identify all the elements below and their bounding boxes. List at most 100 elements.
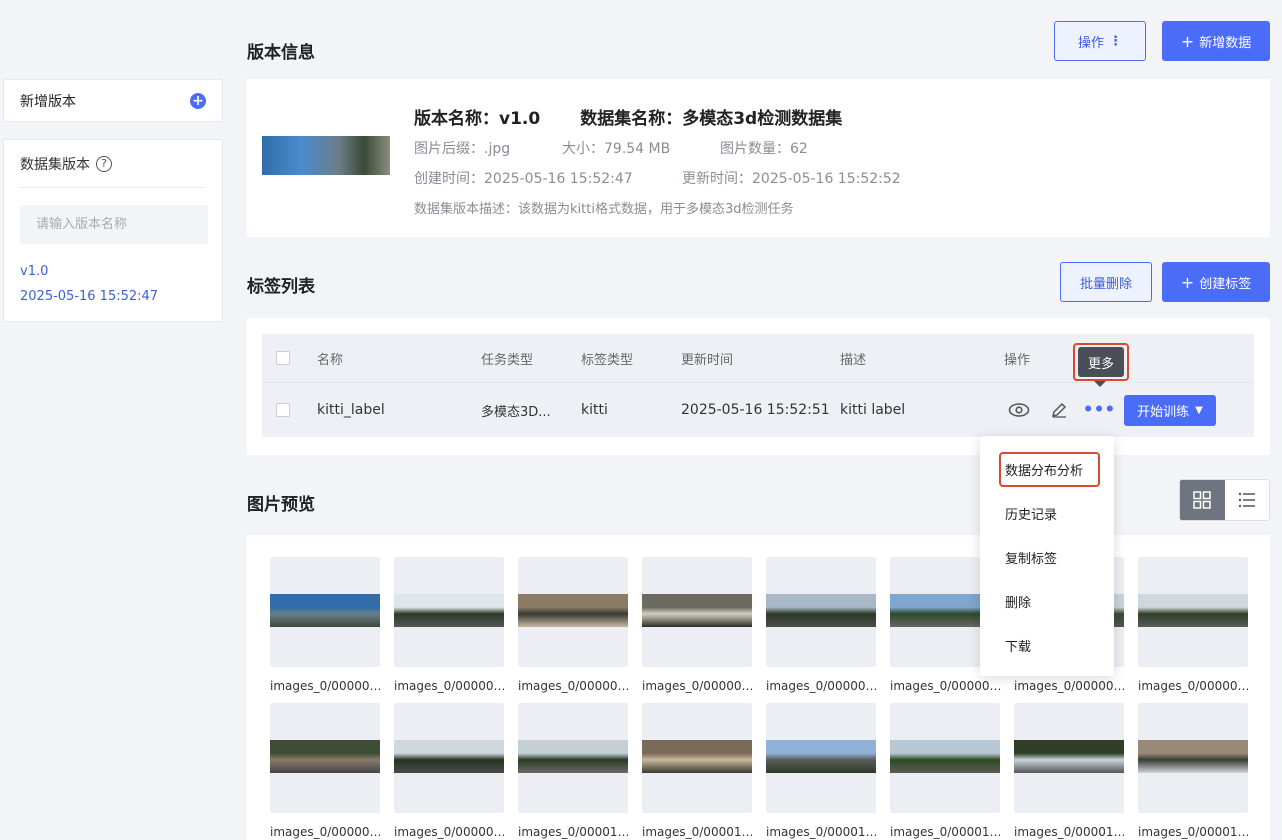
image-thumbnail-item[interactable]: images_0/00000… (1138, 557, 1248, 693)
image-caption: images_0/00000… (890, 679, 1000, 693)
size-label: 大小： (562, 141, 604, 157)
image-thumbnail-box[interactable] (270, 557, 380, 667)
create-label-text: 创建标签 (1199, 276, 1252, 292)
version-date: 2025-05-16 15:52:47 (20, 289, 159, 304)
count-label: 图片数量： (720, 141, 790, 157)
operations-button[interactable]: 操作 ⋮ (1054, 21, 1146, 61)
more-dots-icon[interactable]: ••• (1083, 398, 1116, 422)
image-thumbnail-item[interactable]: images_0/00000… (518, 557, 628, 693)
image-thumbnail-item[interactable]: images_0/00001… (766, 703, 876, 839)
image-thumbnail-item[interactable]: images_0/00000… (766, 557, 876, 693)
version-search-input[interactable] (20, 205, 208, 244)
image-thumbnail-box[interactable] (270, 703, 380, 813)
image-thumbnail-box[interactable] (766, 557, 876, 667)
suffix-label: 图片后缀： (414, 141, 484, 157)
image-caption: images_0/00001… (1014, 825, 1124, 839)
image-thumbnail-item[interactable]: images_0/00001… (1014, 703, 1124, 839)
more-tooltip-highlight: 更多 (1073, 343, 1129, 381)
image-thumbnail-item[interactable]: images_0/00000… (270, 557, 380, 693)
desc-value: 该数据为kitti格式数据，用于多模态3d检测任务 (518, 202, 794, 217)
row-updated: 2025-05-16 15:52:51 (681, 402, 830, 418)
size-value: 79.54 MB (604, 141, 671, 157)
image-thumbnail-item[interactable]: images_0/00000… (270, 703, 380, 839)
desc-label: 数据集版本描述： (414, 202, 519, 217)
image-thumbnail-picture (766, 740, 876, 773)
image-caption: images_0/00001… (642, 825, 752, 839)
image-thumbnail-box[interactable] (1138, 703, 1248, 813)
image-caption: images_0/00000… (270, 825, 380, 839)
image-caption: images_0/00000… (642, 679, 752, 693)
image-thumbnail-item[interactable]: images_0/00000… (394, 557, 504, 693)
image-caption: images_0/00000… (1014, 679, 1124, 693)
grid-view-icon[interactable] (1180, 480, 1225, 520)
menu-item-copy-label[interactable]: 复制标签 (1005, 548, 1057, 567)
batch-delete-button[interactable]: 批量删除 (1060, 262, 1152, 302)
view-toggle (1179, 479, 1270, 521)
select-all-checkbox[interactable] (276, 351, 290, 365)
menu-item-history[interactable]: 历史记录 (1005, 504, 1057, 523)
suffix-value: .jpg (484, 141, 511, 157)
col-desc: 描述 (840, 352, 867, 368)
image-thumbnail-box[interactable] (394, 557, 504, 667)
image-thumbnail-picture (766, 594, 876, 627)
version-name-line: 版本名称：v1.0 数据集名称：多模态3d检测数据集 (414, 104, 842, 129)
version-list-item[interactable]: v1.0 2025-05-16 15:52:47 (20, 263, 206, 306)
row-name: kitti_label (317, 402, 385, 418)
version-meta-line: 图片后缀：.jpg 大小：79.54 MB 图片数量：62 (414, 138, 808, 158)
col-name: 名称 (317, 352, 344, 368)
image-thumbnail-box[interactable] (518, 703, 628, 813)
version-info-title: 版本信息 (247, 43, 315, 63)
dataset-version-title-text: 数据集版本 (20, 156, 90, 173)
batch-delete-label: 批量删除 (1079, 276, 1132, 292)
image-caption: images_0/00000… (518, 679, 628, 693)
add-version-button[interactable]: 新增版本 + (3, 79, 223, 122)
dataset-name-value: 多模态3d检测数据集 (682, 109, 843, 129)
label-list-title: 标签列表 (247, 277, 315, 297)
list-view-icon[interactable] (1225, 480, 1270, 520)
image-thumbnail-box[interactable] (394, 703, 504, 813)
image-thumbnail-box[interactable] (642, 557, 752, 667)
image-thumbnail-item[interactable]: images_0/00000… (642, 557, 752, 693)
image-thumbnail-box[interactable] (1014, 703, 1124, 813)
version-time-line: 创建时间：2025-05-16 15:52:47 更新时间：2025-05-16… (414, 168, 901, 188)
image-thumbnail-box[interactable] (642, 703, 752, 813)
image-thumbnail-picture (1138, 740, 1248, 773)
image-thumbnail-box[interactable] (890, 703, 1000, 813)
image-caption: images_0/00000… (270, 679, 380, 693)
created-value: 2025-05-16 15:52:47 (484, 171, 633, 187)
help-icon[interactable]: ? (96, 155, 112, 172)
add-data-button[interactable]: + 新增数据 (1162, 21, 1270, 61)
image-thumbnail-picture (1138, 594, 1248, 627)
create-label-button[interactable]: + 创建标签 (1162, 262, 1270, 302)
start-training-button[interactable]: 开始训练 ▼ (1124, 395, 1216, 426)
add-version-label: 新增版本 (20, 93, 76, 110)
dataset-version-title: 数据集版本 ? (20, 140, 206, 188)
view-eye-icon[interactable] (1007, 398, 1031, 422)
image-thumbnail-picture (518, 594, 628, 627)
menu-item-delete[interactable]: 删除 (1005, 592, 1031, 611)
edit-pencil-icon[interactable] (1047, 398, 1071, 422)
col-label-type: 标签类型 (581, 352, 634, 368)
plus-icon: + (1180, 31, 1195, 51)
image-thumbnail-box[interactable] (1138, 557, 1248, 667)
image-thumbnail-item[interactable]: images_0/00001… (642, 703, 752, 839)
image-thumbnail-item[interactable]: images_0/00000… (394, 703, 504, 839)
distribution-analysis-highlight (999, 452, 1100, 487)
image-caption: images_0/00000… (394, 825, 504, 839)
image-thumbnail-box[interactable] (518, 557, 628, 667)
row-label-type: kitti (581, 402, 608, 418)
add-data-label: 新增数据 (1199, 35, 1252, 51)
menu-item-download[interactable]: 下载 (1005, 636, 1031, 655)
version-name: v1.0 (20, 264, 49, 279)
plus-circle-icon[interactable]: + (190, 92, 206, 109)
image-caption: images_0/00001… (518, 825, 628, 839)
image-thumbnail-item[interactable]: images_0/00001… (1138, 703, 1248, 839)
image-thumbnail-item[interactable]: images_0/00001… (890, 703, 1000, 839)
operations-label: 操作 (1077, 35, 1104, 51)
dataset-version-panel: 数据集版本 ? v1.0 2025-05-16 15:52:47 (3, 139, 223, 322)
image-thumbnail-item[interactable]: images_0/00001… (518, 703, 628, 839)
image-thumbnail-box[interactable] (766, 703, 876, 813)
version-thumbnail (262, 136, 390, 175)
row-checkbox[interactable] (276, 403, 290, 417)
image-thumbnail-picture (394, 740, 504, 773)
